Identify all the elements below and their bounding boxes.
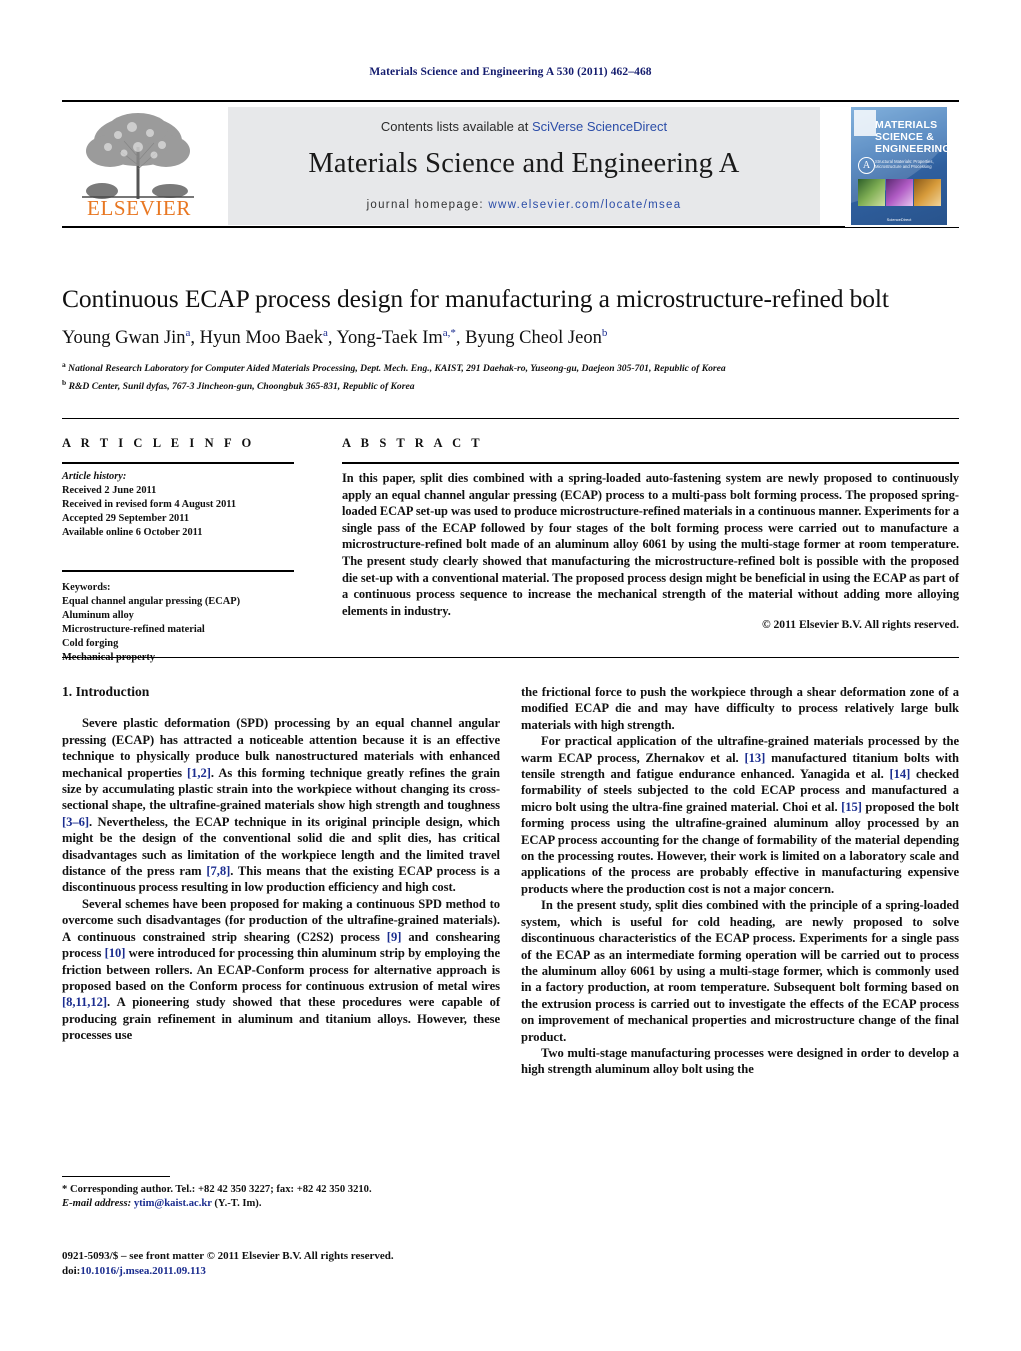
author-name: Young Gwan Jin xyxy=(62,328,186,349)
article-history-item: Accepted 29 September 2011 xyxy=(62,513,190,524)
journal-cover-thumbnail[interactable]: MATERIALS SCIENCE & ENGINEERING A Struct… xyxy=(845,105,959,227)
body-column-right: the frictional force to push the workpie… xyxy=(521,684,959,1078)
homepage-prefix: journal homepage: xyxy=(366,199,489,211)
body-column-left: 1. Introduction Severe plastic deformati… xyxy=(62,684,500,1044)
elsevier-logo: ELSEVIER xyxy=(62,107,214,225)
abstract-heading-rule xyxy=(342,462,959,464)
author-name: Hyun Moo Baek xyxy=(199,328,323,349)
elsevier-wordmark: ELSEVIER xyxy=(87,196,191,220)
info-divider-rule xyxy=(62,570,294,572)
body-paragraph: Two multi-stage manufacturing processes … xyxy=(521,1045,959,1077)
cover-artwork: MATERIALS SCIENCE & ENGINEERING A Struct… xyxy=(851,107,947,225)
affiliation-mark: a xyxy=(62,360,66,370)
doi-link[interactable]: 10.1016/j.msea.2011.09.113 xyxy=(80,1265,206,1277)
abstract-text: In this paper, split dies combined with … xyxy=(342,471,959,618)
author-affiliation-mark: a xyxy=(185,327,191,339)
article-history-items: Received 2 June 2011 Received in revised … xyxy=(62,484,294,540)
cover-series-badge: A xyxy=(858,157,875,174)
citation-link[interactable]: [14] xyxy=(889,767,910,781)
abstract-copyright: © 2011 Elsevier B.V. All rights reserved… xyxy=(761,618,959,631)
paper-page: Materials Science and Engineering A 530 … xyxy=(0,0,1021,1351)
email-note: E-mail address: ytim@kaist.ac.kr (Y.-T. … xyxy=(62,1197,500,1211)
article-info-heading: A R T I C L E I N F O xyxy=(62,436,255,450)
right-column-paragraphs: the frictional force to push the workpie… xyxy=(521,684,959,1078)
cover-micrograph-3 xyxy=(914,179,941,206)
citation-link[interactable]: [10] xyxy=(105,946,126,960)
abstract-heading: A B S T R A C T xyxy=(342,436,484,450)
page-title: Continuous ECAP process design for manuf… xyxy=(62,284,889,313)
footnote-rule xyxy=(62,1176,170,1178)
cover-title-line3: ENGINEERING xyxy=(875,143,947,155)
title-block: Continuous ECAP process design for manuf… xyxy=(62,284,959,394)
citation-link[interactable]: [15] xyxy=(841,800,862,814)
body-paragraph: Severe plastic deformation (SPD) process… xyxy=(62,716,500,895)
citation-link[interactable]: [13] xyxy=(744,751,765,765)
cover-title-line1: MATERIALS xyxy=(875,119,938,131)
masthead-center-panel: Contents lists available at SciVerse Sci… xyxy=(228,107,820,225)
imprint-block: 0921-5093/$ – see front matter © 2011 El… xyxy=(62,1249,500,1278)
body-paragraph: For practical application of the ultrafi… xyxy=(521,734,960,896)
author-name: Byung Cheol Jeon xyxy=(465,328,602,349)
keyword-item: Cold forging xyxy=(62,638,119,649)
corresponding-author-note: * Corresponding author. Tel.: +82 42 350… xyxy=(62,1184,372,1196)
journal-title: Materials Science and Engineering A xyxy=(308,148,740,179)
doi-prefix: doi: xyxy=(62,1264,81,1277)
keywords-items: Equal channel angular pressing (ECAP) Alu… xyxy=(62,595,294,665)
affiliation-mark: b xyxy=(62,377,67,387)
journal-masthead: ELSEVIER Contents lists available at Sci… xyxy=(62,100,959,228)
cover-elsevier-mark-icon xyxy=(854,110,876,136)
author-affiliation-mark: b xyxy=(601,327,608,339)
citation-link[interactable]: [3–6] xyxy=(62,815,89,829)
article-history-item: Available online 6 October 2011 xyxy=(62,527,203,538)
contents-prefix: Contents lists available at xyxy=(380,119,532,134)
journal-homepage-line: journal homepage: www.elsevier.com/locat… xyxy=(228,199,820,211)
cover-subtitle: Structural Materials: Properties, Micros… xyxy=(875,159,934,169)
email-label: E-mail address: xyxy=(62,1197,132,1209)
contents-lists-line: Contents lists available at SciVerse Sci… xyxy=(228,119,820,134)
body-paragraph: Several schemes have been proposed for m… xyxy=(62,896,501,1043)
cover-micrograph-1 xyxy=(858,179,885,206)
article-history-item: Received in revised form 4 August 2011 xyxy=(62,499,237,510)
running-head: Materials Science and Engineering A 530 … xyxy=(369,66,652,78)
author-affiliation-mark: a xyxy=(323,327,328,339)
article-history-label: Article history: xyxy=(62,471,127,482)
keywords-block: Keywords: Equal channel angular pressing… xyxy=(62,581,294,665)
author-name: Yong-Taek Im xyxy=(336,328,443,349)
author-affiliation-mark: a,* xyxy=(442,327,456,339)
citation-link[interactable]: [9] xyxy=(387,930,402,944)
author-list: Young Gwan Jina, Hyun Moo Baeka, Yong-Ta… xyxy=(62,327,608,349)
citation-link[interactable]: [1,2] xyxy=(187,766,211,780)
footnote-block: * Corresponding author. Tel.: +82 42 350… xyxy=(62,1176,500,1211)
issn-frontmatter: 0921-5093/$ – see front matter © 2011 El… xyxy=(62,1250,394,1262)
panel-bottom-rule xyxy=(62,657,959,659)
homepage-url-link[interactable]: www.elsevier.com/locate/msea xyxy=(488,199,681,211)
panel-top-rule xyxy=(62,418,959,420)
article-history-item: Received 2 June 2011 xyxy=(62,485,157,496)
email-suffix: (Y.-T. Im). xyxy=(214,1197,262,1209)
keyword-item: Equal channel angular pressing (ECAP) xyxy=(62,596,241,607)
article-history-block: Article history: Received 2 June 2011 Rec… xyxy=(62,470,294,540)
affiliation-list: a National Research Laboratory for Compu… xyxy=(62,358,959,393)
affiliation-line: b R&D Center, Sunil dyfas, 767-3 Jincheo… xyxy=(62,377,415,393)
keyword-item: Microstructure-refined material xyxy=(62,624,205,635)
keywords-label: Keywords: xyxy=(62,582,111,593)
section-heading-introduction: 1. Introduction xyxy=(62,684,150,699)
doi-line: doi:10.1016/j.msea.2011.09.113 xyxy=(62,1264,500,1279)
cover-title-line2: SCIENCE & xyxy=(875,131,934,143)
body-paragraph: the frictional force to push the workpie… xyxy=(521,685,959,732)
cover-footer-text: ScienceDirect xyxy=(886,217,912,222)
elsevier-tree-icon xyxy=(82,113,194,199)
citation-link[interactable]: [8,11,12] xyxy=(62,995,107,1009)
affiliation-line: a National Research Laboratory for Compu… xyxy=(62,360,726,375)
left-column-paragraphs: Severe plastic deformation (SPD) process… xyxy=(62,715,500,1043)
info-heading-rule xyxy=(62,462,294,464)
keyword-item: Aluminum alloy xyxy=(62,610,134,621)
cover-micrograph-2 xyxy=(886,179,913,206)
citation-link[interactable]: [7,8] xyxy=(206,864,230,878)
sciencedirect-link[interactable]: SciVerse ScienceDirect xyxy=(532,119,667,134)
body-paragraph: In the present study, split dies combine… xyxy=(521,898,959,1044)
email-link[interactable]: ytim@kaist.ac.kr xyxy=(134,1198,212,1209)
cover-title: MATERIALS SCIENCE & ENGINEERING xyxy=(875,119,947,155)
